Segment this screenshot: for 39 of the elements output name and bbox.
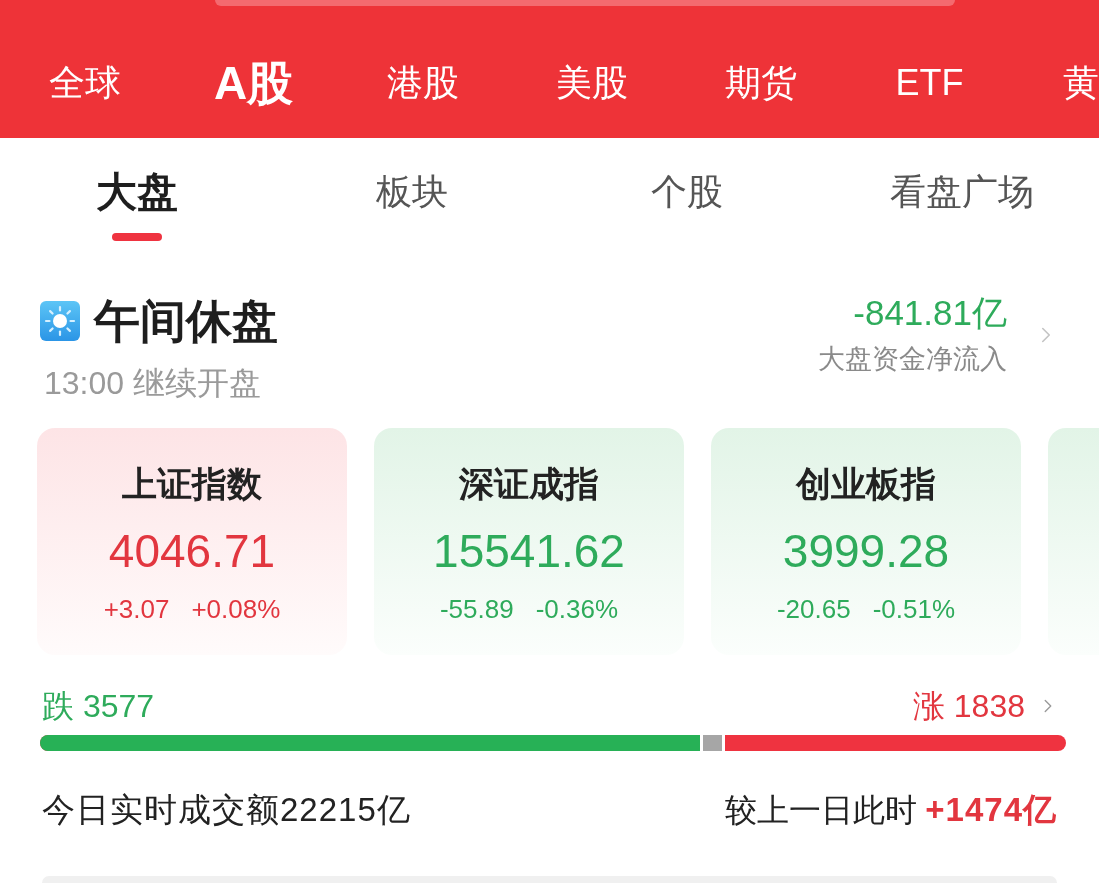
market-tab[interactable]: 黄	[1014, 59, 1099, 107]
market-tab[interactable]: ETF	[845, 59, 1014, 107]
decliners-count: 跌 3577	[42, 687, 155, 726]
advancers-count: 涨 1838	[912, 687, 1025, 726]
index-change-percent: -0.51%	[872, 593, 956, 625]
view-tab[interactable]: 板块	[376, 168, 449, 216]
index-card[interactable]: 上证指数 4046.71 +3.07 +0.08%	[37, 428, 347, 655]
view-tab[interactable]: 看盘广场	[889, 168, 1034, 216]
comparison-label: 较上一日此时	[725, 791, 918, 830]
market-tab[interactable]: 全球	[0, 59, 169, 107]
session-subtitle: 13:00 继续开盘	[43, 364, 262, 403]
index-card[interactable]	[1048, 428, 1099, 655]
turnover-label: 今日实时成交额22215亿	[42, 790, 411, 830]
market-tab[interactable]: 港股	[338, 59, 507, 107]
index-change-percent: +0.08%	[191, 593, 281, 625]
index-change-percent: -0.36%	[535, 593, 619, 625]
index-change: +3.07	[103, 593, 170, 625]
capital-flow-label: 大盘资金净流入	[818, 343, 1007, 376]
view-tab[interactable]: 个股	[650, 168, 723, 216]
index-value: 3999.28	[782, 524, 950, 578]
index-value: 15541.62	[433, 524, 625, 578]
market-tab[interactable]: A股	[169, 59, 338, 107]
market-tab[interactable]: 美股	[507, 59, 676, 107]
index-card[interactable]: 深证成指 15541.62 -55.89 -0.36%	[374, 428, 684, 655]
index-name: 上证指数	[122, 463, 262, 505]
session-title: 午间休盘	[94, 294, 278, 349]
index-change: -55.89	[439, 593, 514, 625]
market-tab[interactable]: 期货	[676, 59, 845, 107]
index-value: 4046.71	[108, 524, 276, 578]
index-card[interactable]: 创业板指 3999.28 -20.65 -0.51%	[711, 428, 1021, 655]
capital-flow-value: -841.81亿	[853, 293, 1007, 333]
view-tab[interactable]: 大盘	[96, 168, 179, 216]
index-name: 创业板指	[796, 463, 936, 505]
index-name: 深证成指	[459, 463, 599, 505]
index-change: -20.65	[776, 593, 851, 625]
sun-icon	[40, 301, 80, 341]
comparison-value: +1474亿	[925, 790, 1057, 830]
tab-indicator	[112, 233, 163, 241]
search-field[interactable]	[215, 0, 955, 6]
